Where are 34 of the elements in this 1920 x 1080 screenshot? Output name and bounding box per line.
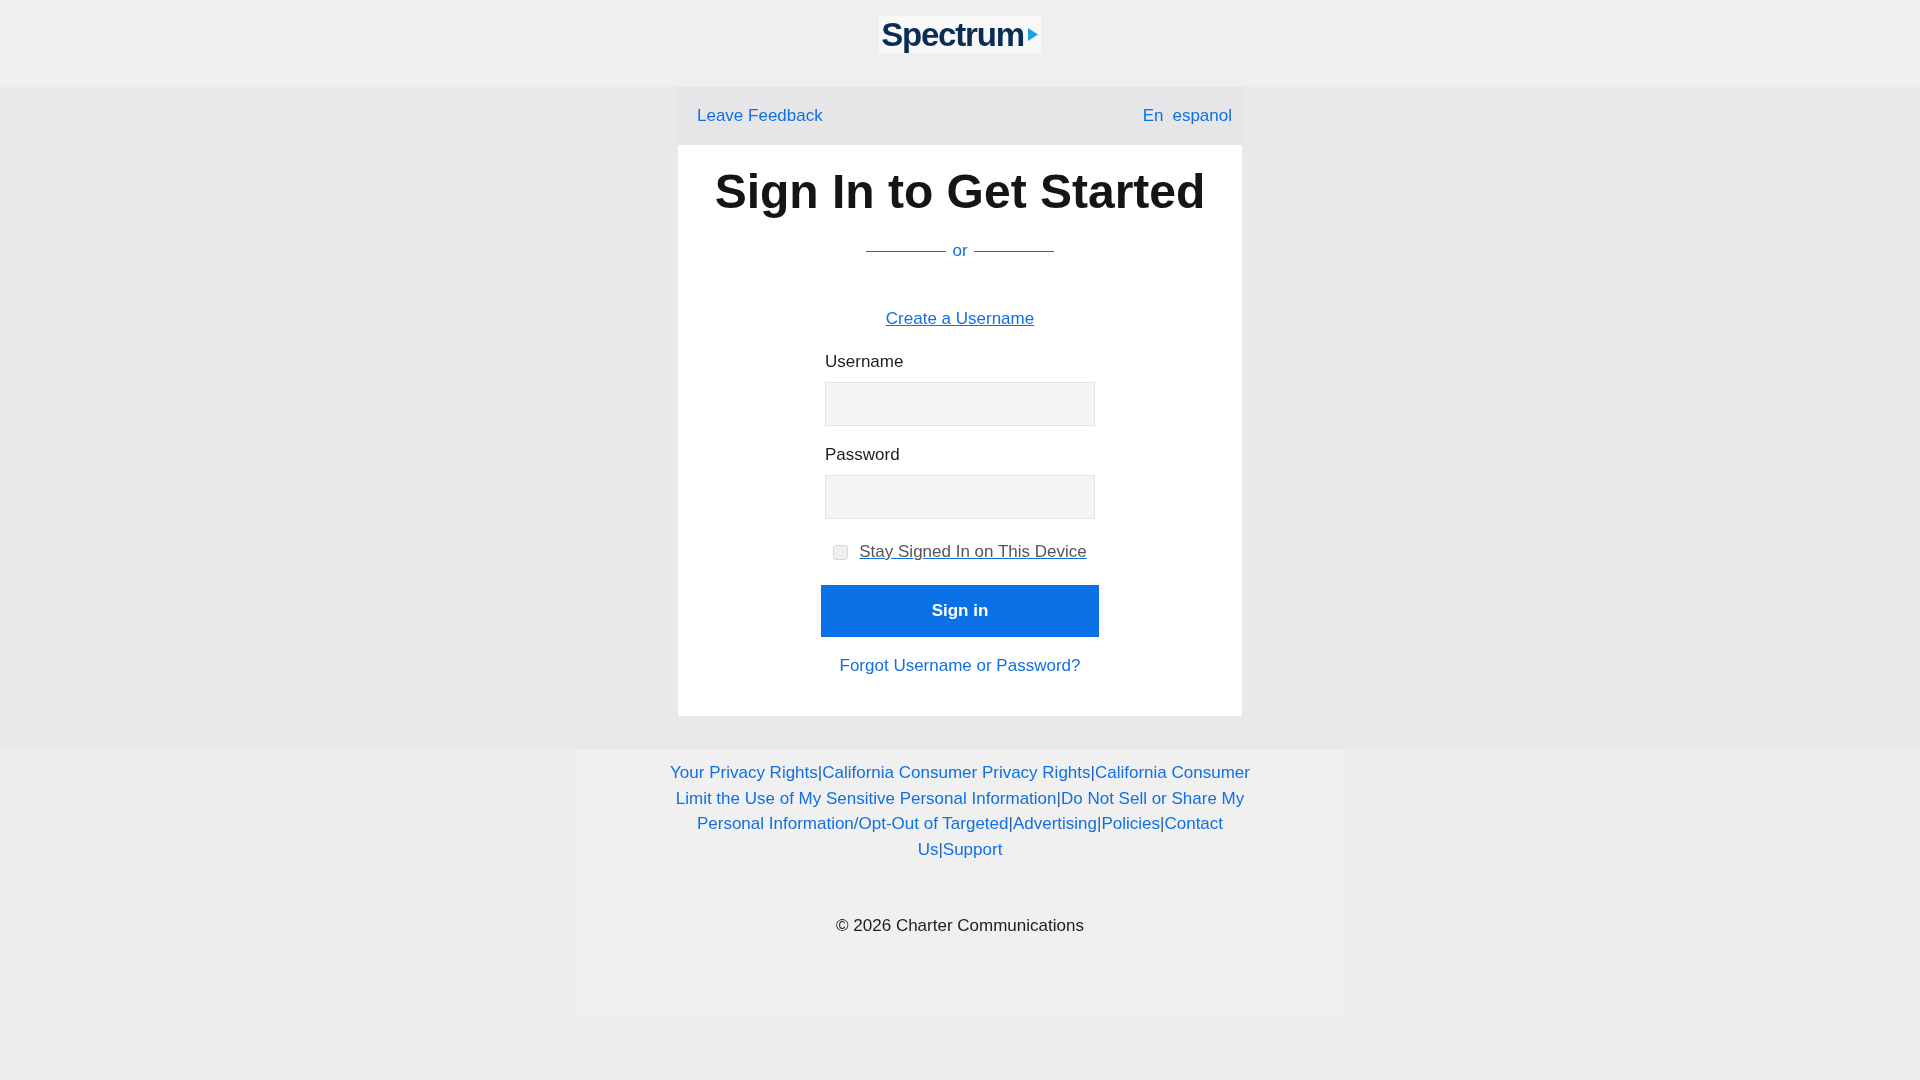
checkbox[interactable] — [833, 544, 849, 560]
feedback-link[interactable]: Leave Feedback — [697, 105, 823, 127]
footer-link[interactable]: Support — [942, 839, 1003, 859]
language-link[interactable]: espanol — [1172, 105, 1232, 127]
sign-in-button[interactable]: Sign in — [821, 585, 1099, 637]
link-separator: | — [1160, 814, 1165, 833]
footer-link[interactable]: Contact — [1164, 814, 1224, 833]
play-triangle-icon — [1027, 28, 1038, 41]
input-field[interactable] — [825, 382, 1095, 426]
forgot-link[interactable]: Forgot Username or Password? — [839, 655, 1081, 677]
create-username-link[interactable]: Create a Username — [885, 308, 1035, 330]
footer-link[interactable]: California Consumer Privacy Rights — [822, 763, 1091, 782]
field-label: Password — [825, 444, 900, 466]
link-separator: | — [1090, 763, 1095, 782]
footer-link[interactable]: Personal Information/Opt-Out of Targeted — [696, 814, 1009, 833]
footer-link[interactable]: California Consumer — [1094, 763, 1250, 782]
input-field[interactable] — [825, 475, 1095, 519]
logo-text: Spectrum — [881, 16, 1024, 53]
divider-text: or — [952, 240, 968, 262]
footer-link[interactable]: Your Privacy Rights — [670, 763, 818, 782]
link-separator: | — [938, 839, 943, 859]
footer-link[interactable]: Do Not Sell or Share My — [1060, 788, 1245, 808]
footer-link[interactable]: Advertising — [1012, 814, 1097, 833]
link-separator: | — [817, 763, 823, 782]
link-separator: | — [1056, 788, 1061, 808]
language-link[interactable]: En — [1142, 105, 1164, 127]
checkbox-label[interactable]: Stay Signed In on This Device — [859, 541, 1087, 563]
footer-link[interactable]: Us — [917, 839, 939, 859]
footer-link[interactable]: Limit the Use of My Sensitive Personal Information — [675, 788, 1057, 808]
link-separator: | — [1008, 814, 1013, 833]
copyright-text: © 2026 Charter Communications — [836, 915, 1084, 937]
link-separator: | — [1097, 814, 1102, 833]
field-label: Username — [825, 351, 904, 373]
page-title: Sign In to Get Started — [714, 164, 1206, 220]
